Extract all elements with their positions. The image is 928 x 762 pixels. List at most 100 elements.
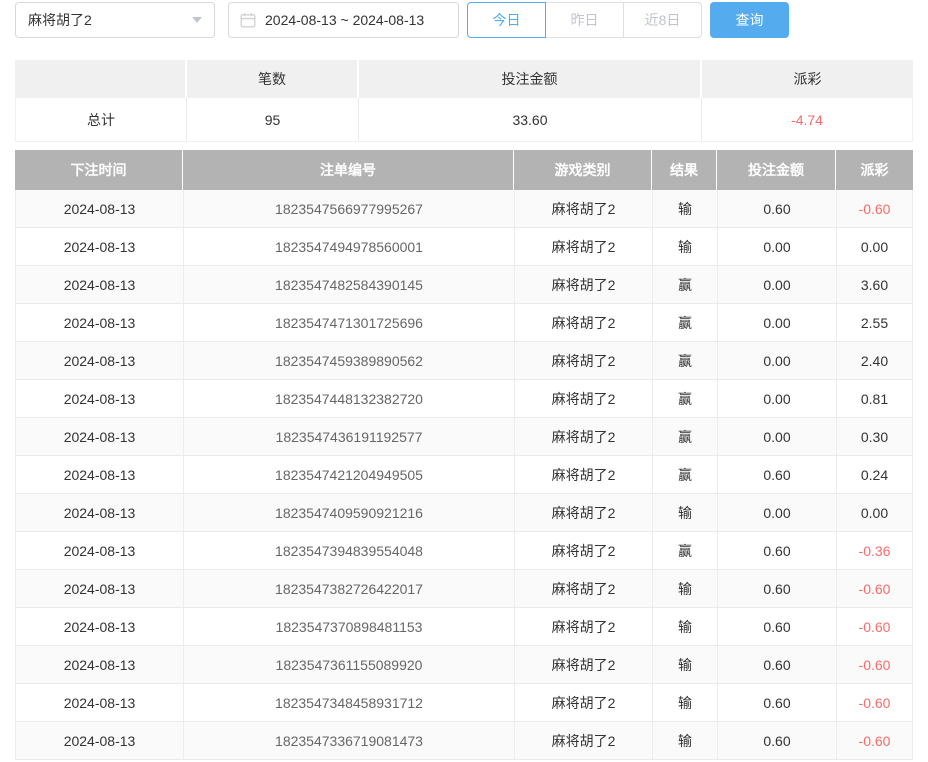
payout-cell: -0.60: [836, 684, 912, 721]
bet-time-cell: 2024-08-13: [16, 532, 183, 569]
result-cell: 输: [652, 190, 717, 227]
table-row: 2024-08-131823547436191192577麻将胡了2赢0.000…: [16, 418, 912, 456]
game-type-cell: 麻将胡了2: [514, 304, 652, 341]
table-row: 2024-08-131823547448132382720麻将胡了2赢0.000…: [16, 380, 912, 418]
bet-amount-cell: 0.60: [717, 532, 836, 569]
bet-time-cell: 2024-08-13: [16, 380, 183, 417]
game-type-cell: 麻将胡了2: [514, 342, 652, 379]
game-type-cell: 麻将胡了2: [514, 266, 652, 303]
game-type-cell: 麻将胡了2: [514, 380, 652, 417]
bet-time-cell: 2024-08-13: [16, 608, 183, 645]
last-8-days-button[interactable]: 近8日: [623, 2, 702, 38]
payout-cell: 0.81: [836, 380, 912, 417]
bet-amount-cell: 0.00: [717, 304, 836, 341]
table-row: 2024-08-131823547421204949505麻将胡了2赢0.600…: [16, 456, 912, 494]
bet-id-cell: 1823547370898481153: [183, 608, 514, 645]
result-cell: 输: [652, 722, 717, 759]
table-row: 2024-08-131823547370898481153麻将胡了2输0.60-…: [16, 608, 912, 646]
result-cell: 赢: [652, 380, 717, 417]
bet-time-cell: 2024-08-13: [16, 646, 183, 683]
bet-time-cell: 2024-08-13: [16, 494, 183, 531]
result-cell: 赢: [652, 418, 717, 455]
bet-amount-cell: 0.00: [717, 380, 836, 417]
payout-cell: -0.60: [836, 646, 912, 683]
caret-down-icon: [192, 17, 202, 23]
quick-date-button-group: 今日 昨日 近8日: [467, 2, 702, 38]
bet-id-cell: 1823547361155089920: [183, 646, 514, 683]
filter-toolbar: 麻将胡了2 2024-08-13 ~ 2024-08-13 今日 昨日 近8日 …: [15, 2, 913, 38]
page: 麻将胡了2 2024-08-13 ~ 2024-08-13 今日 昨日 近8日 …: [0, 2, 928, 760]
game-type-cell: 麻将胡了2: [514, 190, 652, 227]
bet-id-cell: 1823547421204949505: [183, 456, 514, 493]
table-row: 2024-08-131823547459389890562麻将胡了2赢0.002…: [16, 342, 912, 380]
bet-id-cell: 1823547482584390145: [183, 266, 514, 303]
table-row: 2024-08-131823547382726422017麻将胡了2输0.60-…: [16, 570, 912, 608]
summary-count-value: 95: [186, 98, 358, 141]
summary-header-bet-amount: 投注金额: [357, 60, 700, 98]
date-range-picker[interactable]: 2024-08-13 ~ 2024-08-13: [228, 2, 459, 38]
table-row: 2024-08-131823547471301725696麻将胡了2赢0.002…: [16, 304, 912, 342]
payout-cell: 0.00: [836, 494, 912, 531]
search-button[interactable]: 查询: [710, 2, 789, 38]
bet-table: 下注时间 注单编号 游戏类别 结果 投注金额 派彩 2024-08-131823…: [15, 150, 913, 760]
result-cell: 输: [652, 494, 717, 531]
bet-amount-cell: 0.60: [717, 570, 836, 607]
game-type-cell: 麻将胡了2: [514, 456, 652, 493]
bet-id-cell: 1823547471301725696: [183, 304, 514, 341]
bet-id-cell: 1823547566977995267: [183, 190, 514, 227]
bet-amount-cell: 0.60: [717, 190, 836, 227]
result-cell: 输: [652, 608, 717, 645]
today-button[interactable]: 今日: [467, 2, 546, 38]
result-cell: 赢: [652, 456, 717, 493]
payout-cell: 0.00: [836, 228, 912, 265]
summary-bet-amount-value: 33.60: [358, 98, 701, 141]
game-type-cell: 麻将胡了2: [514, 532, 652, 569]
header-bet-id: 注单编号: [182, 150, 513, 190]
bet-time-cell: 2024-08-13: [16, 418, 183, 455]
summary-total-row: 总计 95 33.60 -4.74: [15, 98, 913, 142]
result-cell: 赢: [652, 342, 717, 379]
date-range-value: 2024-08-13 ~ 2024-08-13: [265, 12, 424, 28]
payout-cell: -0.60: [836, 570, 912, 607]
table-row: 2024-08-131823547348458931712麻将胡了2输0.60-…: [16, 684, 912, 722]
bet-id-cell: 1823547382726422017: [183, 570, 514, 607]
bet-table-header-row: 下注时间 注单编号 游戏类别 结果 投注金额 派彩: [15, 150, 913, 190]
bet-id-cell: 1823547448132382720: [183, 380, 514, 417]
table-row: 2024-08-131823547394839554048麻将胡了2赢0.60-…: [16, 532, 912, 570]
payout-cell: 0.24: [836, 456, 912, 493]
payout-cell: 3.60: [836, 266, 912, 303]
summary-total-label: 总计: [16, 98, 186, 141]
bet-time-cell: 2024-08-13: [16, 190, 183, 227]
game-select[interactable]: 麻将胡了2: [15, 2, 215, 38]
header-bet-amount: 投注金额: [716, 150, 835, 190]
game-type-cell: 麻将胡了2: [514, 722, 652, 759]
bet-time-cell: 2024-08-13: [16, 684, 183, 721]
result-cell: 输: [652, 684, 717, 721]
yesterday-button[interactable]: 昨日: [545, 2, 624, 38]
bet-amount-cell: 0.60: [717, 646, 836, 683]
game-type-cell: 麻将胡了2: [514, 494, 652, 531]
payout-cell: -0.60: [836, 722, 912, 759]
table-row: 2024-08-131823547482584390145麻将胡了2赢0.003…: [16, 266, 912, 304]
result-cell: 输: [652, 570, 717, 607]
bet-id-cell: 1823547436191192577: [183, 418, 514, 455]
bet-time-cell: 2024-08-13: [16, 304, 183, 341]
game-select-value: 麻将胡了2: [28, 10, 92, 30]
bet-id-cell: 1823547336719081473: [183, 722, 514, 759]
payout-cell: 2.40: [836, 342, 912, 379]
header-result: 结果: [651, 150, 716, 190]
bet-time-cell: 2024-08-13: [16, 722, 183, 759]
bet-amount-cell: 0.60: [717, 456, 836, 493]
bet-time-cell: 2024-08-13: [16, 456, 183, 493]
calendar-icon: [240, 12, 256, 28]
game-type-cell: 麻将胡了2: [514, 684, 652, 721]
table-row: 2024-08-131823547494978560001麻将胡了2输0.000…: [16, 228, 912, 266]
bet-id-cell: 1823547494978560001: [183, 228, 514, 265]
game-type-cell: 麻将胡了2: [514, 418, 652, 455]
result-cell: 赢: [652, 532, 717, 569]
summary-table: 笔数 投注金额 派彩 总计 95 33.60 -4.74: [15, 60, 913, 142]
summary-header-payout: 派彩: [700, 60, 913, 98]
table-row: 2024-08-131823547409590921216麻将胡了2输0.000…: [16, 494, 912, 532]
bet-amount-cell: 0.00: [717, 494, 836, 531]
table-row: 2024-08-131823547336719081473麻将胡了2输0.60-…: [16, 722, 912, 760]
